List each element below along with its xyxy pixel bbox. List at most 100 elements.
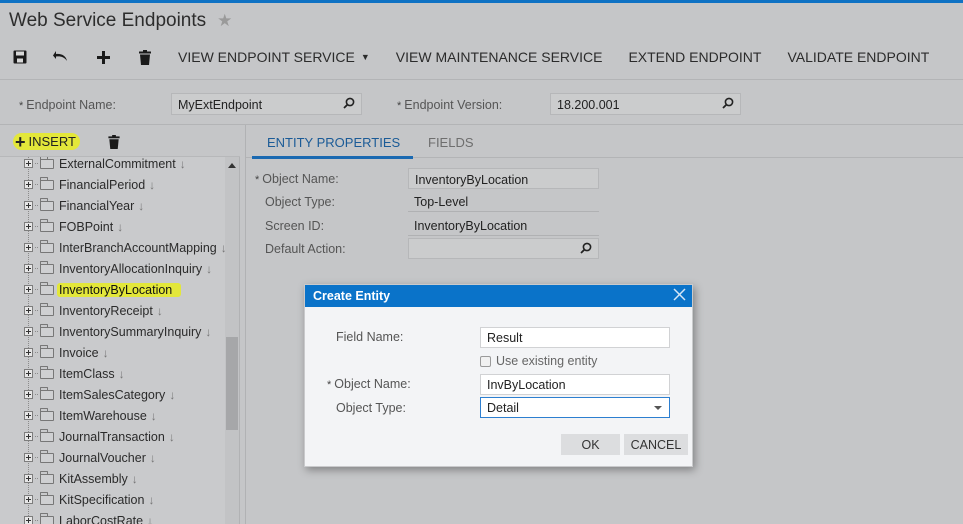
expand-icon[interactable] bbox=[24, 264, 33, 273]
tree-connector bbox=[35, 520, 38, 521]
tree-item-label: InventoryAllocationInquiry bbox=[59, 261, 203, 276]
field-name-input[interactable]: Result bbox=[480, 327, 670, 348]
tree-scrollbar[interactable] bbox=[225, 157, 239, 524]
view-maintenance-service-button[interactable]: VIEW MAINTENANCE SERVICE bbox=[396, 49, 603, 65]
object-name-input[interactable]: InventoryByLocation bbox=[408, 168, 599, 189]
expand-icon[interactable] bbox=[24, 453, 33, 462]
object-type-selected-value: Detail bbox=[487, 401, 519, 415]
search-icon[interactable] bbox=[580, 242, 592, 257]
tree-connector bbox=[35, 373, 38, 374]
top-accent-bar bbox=[0, 0, 963, 3]
tree-connector bbox=[35, 415, 38, 416]
tree-item[interactable]: FinancialPeriod ↓ bbox=[24, 174, 155, 195]
extend-endpoint-button[interactable]: EXTEND ENDPOINT bbox=[628, 49, 761, 65]
search-icon[interactable] bbox=[343, 97, 355, 112]
folder-icon bbox=[40, 197, 54, 211]
insert-button[interactable]: + INSERT bbox=[13, 131, 80, 152]
default-action-label: Default Action: bbox=[265, 242, 346, 256]
tree-item[interactable]: FinancialYear ↓ bbox=[24, 195, 144, 216]
expand-icon[interactable] bbox=[24, 243, 33, 252]
object-type-select[interactable]: Detail bbox=[480, 397, 670, 418]
tree-item[interactable]: InventoryReceipt ↓ bbox=[24, 300, 163, 321]
save-icon[interactable] bbox=[0, 44, 40, 70]
expand-icon[interactable] bbox=[24, 390, 33, 399]
chevron-down-icon[interactable] bbox=[654, 406, 662, 410]
tree-item[interactable]: KitAssembly ↓ bbox=[24, 468, 138, 489]
tree-item[interactable]: ItemWarehouse ↓ bbox=[24, 405, 157, 426]
folder-icon bbox=[40, 407, 54, 421]
folder-icon bbox=[40, 239, 54, 253]
page-title: Web Service Endpoints bbox=[9, 10, 207, 31]
ok-button[interactable]: OK bbox=[561, 434, 620, 455]
delete-icon[interactable] bbox=[108, 135, 120, 154]
expand-icon[interactable] bbox=[24, 516, 33, 524]
scrollbar-thumb[interactable] bbox=[226, 337, 238, 430]
tree-item[interactable]: Invoice ↓ bbox=[24, 342, 109, 363]
undo-icon[interactable] bbox=[40, 44, 82, 70]
expand-icon[interactable] bbox=[24, 432, 33, 441]
star-icon[interactable]: ★ bbox=[217, 11, 232, 31]
tab-fields[interactable]: FIELDS bbox=[428, 135, 474, 150]
endpoint-name-label: * Endpoint Name: bbox=[19, 98, 116, 112]
expand-icon[interactable] bbox=[24, 348, 33, 357]
tree-item-label: ItemWarehouse bbox=[59, 408, 147, 423]
tree-item[interactable]: FOBPoint ↓ bbox=[24, 216, 123, 237]
tree-item[interactable]: InventoryByLocation bbox=[24, 279, 185, 300]
use-existing-entity-label: Use existing entity bbox=[496, 354, 598, 368]
tree-item[interactable]: InventoryAllocationInquiry ↓ bbox=[24, 258, 212, 279]
expand-icon[interactable] bbox=[24, 180, 33, 189]
add-icon[interactable] bbox=[82, 44, 124, 70]
close-icon[interactable] bbox=[673, 288, 686, 306]
view-endpoint-service-button[interactable]: VIEW ENDPOINT SERVICE ▼ bbox=[178, 49, 370, 65]
dialog-header: Create Entity bbox=[305, 285, 692, 307]
endpoint-version-value: 18.200.001 bbox=[557, 98, 620, 112]
tree-item[interactable]: ItemSalesCategory ↓ bbox=[24, 384, 175, 405]
tree-item[interactable]: KitSpecification ↓ bbox=[24, 489, 154, 510]
expand-icon[interactable] bbox=[24, 411, 33, 420]
tree-item[interactable]: InterBranchAccountMapping ↓ bbox=[24, 237, 225, 258]
arrow-down-icon: ↓ bbox=[148, 492, 155, 507]
add-icon: + bbox=[15, 131, 26, 152]
tree-item[interactable]: LaborCostRate ↓ bbox=[24, 510, 153, 524]
endpoint-name-input[interactable]: MyExtEndpoint bbox=[171, 93, 362, 115]
tree-item[interactable]: InventorySummaryInquiry ↓ bbox=[24, 321, 211, 342]
scroll-up-arrow-icon[interactable] bbox=[228, 163, 236, 168]
expand-icon[interactable] bbox=[24, 159, 33, 168]
screen-id-label: Screen ID: bbox=[265, 219, 325, 233]
expand-icon[interactable] bbox=[24, 222, 33, 231]
endpoint-name-value: MyExtEndpoint bbox=[178, 98, 263, 112]
arrow-down-icon: ↓ bbox=[138, 198, 145, 213]
validate-endpoint-button[interactable]: VALIDATE ENDPOINT bbox=[787, 49, 929, 65]
tree-item-label: FinancialYear bbox=[59, 198, 135, 213]
delete-icon[interactable] bbox=[124, 44, 166, 70]
tree-item[interactable]: JournalVoucher ↓ bbox=[24, 447, 156, 468]
expand-icon[interactable] bbox=[24, 369, 33, 378]
tab-entity-properties[interactable]: ENTITY PROPERTIES bbox=[267, 135, 400, 150]
tree-connector bbox=[35, 163, 38, 164]
field-name-label: Field Name: bbox=[336, 330, 404, 344]
use-existing-entity-checkbox[interactable]: Use existing entity bbox=[480, 354, 597, 368]
expand-icon[interactable] bbox=[24, 285, 33, 294]
folder-icon bbox=[40, 176, 54, 190]
tree-item[interactable]: JournalTransaction ↓ bbox=[24, 426, 175, 447]
tree-connector bbox=[35, 478, 38, 479]
endpoint-version-input[interactable]: 18.200.001 bbox=[550, 93, 741, 115]
tree-item-label: InventorySummaryInquiry bbox=[59, 324, 202, 339]
dialog-object-name-label: * Object Name: bbox=[327, 377, 411, 391]
tree-connector bbox=[35, 268, 38, 269]
expand-icon[interactable] bbox=[24, 306, 33, 315]
tree-item[interactable]: ItemClass ↓ bbox=[24, 363, 125, 384]
expand-icon[interactable] bbox=[24, 474, 33, 483]
tree-item[interactable]: ExternalCommitment ↓ bbox=[24, 157, 186, 174]
dialog-object-name-input[interactable]: InvByLocation bbox=[480, 374, 670, 395]
expand-icon[interactable] bbox=[24, 327, 33, 336]
default-action-input[interactable] bbox=[408, 238, 599, 259]
tree-connector bbox=[35, 247, 38, 248]
arrow-down-icon: ↓ bbox=[150, 408, 157, 423]
checkbox-box[interactable] bbox=[480, 355, 491, 367]
expand-icon[interactable] bbox=[24, 201, 33, 210]
cancel-button[interactable]: CANCEL bbox=[624, 434, 688, 455]
expand-icon[interactable] bbox=[24, 495, 33, 504]
tree-item-label: ItemSalesCategory bbox=[59, 387, 166, 402]
search-icon[interactable] bbox=[722, 97, 734, 112]
